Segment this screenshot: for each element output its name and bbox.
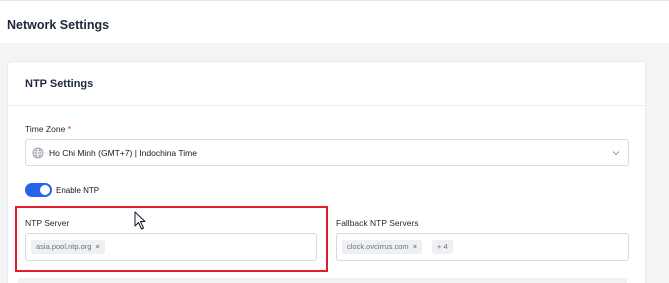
time-zone-select[interactable]: Ho Chi Minh (GMT+7) | Indochina Time bbox=[25, 139, 629, 166]
highlight-box bbox=[15, 206, 328, 272]
page-title: Network Settings bbox=[7, 18, 110, 32]
mouse-cursor-icon bbox=[134, 211, 146, 230]
more-tags-badge[interactable]: + 4 bbox=[432, 240, 453, 254]
enable-ntp-label: Enable NTP bbox=[56, 186, 100, 195]
time-zone-value: Ho Chi Minh (GMT+7) | Indochina Time bbox=[49, 148, 197, 158]
fallback-ntp-tag-text: clock.ovcirrus.com bbox=[347, 242, 409, 251]
fallback-ntp-tag: clock.ovcirrus.com × bbox=[342, 240, 423, 254]
fallback-ntp-input[interactable]: clock.ovcirrus.com × + 4 bbox=[336, 233, 629, 261]
required-mark: * bbox=[67, 124, 71, 134]
bottom-strip bbox=[18, 278, 627, 283]
page-header: Network Settings bbox=[0, 0, 669, 43]
enable-ntp-toggle[interactable] bbox=[25, 183, 52, 197]
card-title: NTP Settings bbox=[25, 78, 94, 90]
fallback-ntp-label: Fallback NTP Servers bbox=[336, 218, 419, 228]
time-zone-label-text: Time Zone bbox=[25, 124, 66, 134]
chevron-down-icon bbox=[612, 151, 620, 156]
globe-icon bbox=[32, 147, 44, 159]
card-divider bbox=[8, 105, 645, 106]
toggle-knob bbox=[40, 185, 50, 195]
time-zone-label: Time Zone * bbox=[25, 124, 71, 134]
close-icon[interactable]: × bbox=[413, 242, 417, 251]
